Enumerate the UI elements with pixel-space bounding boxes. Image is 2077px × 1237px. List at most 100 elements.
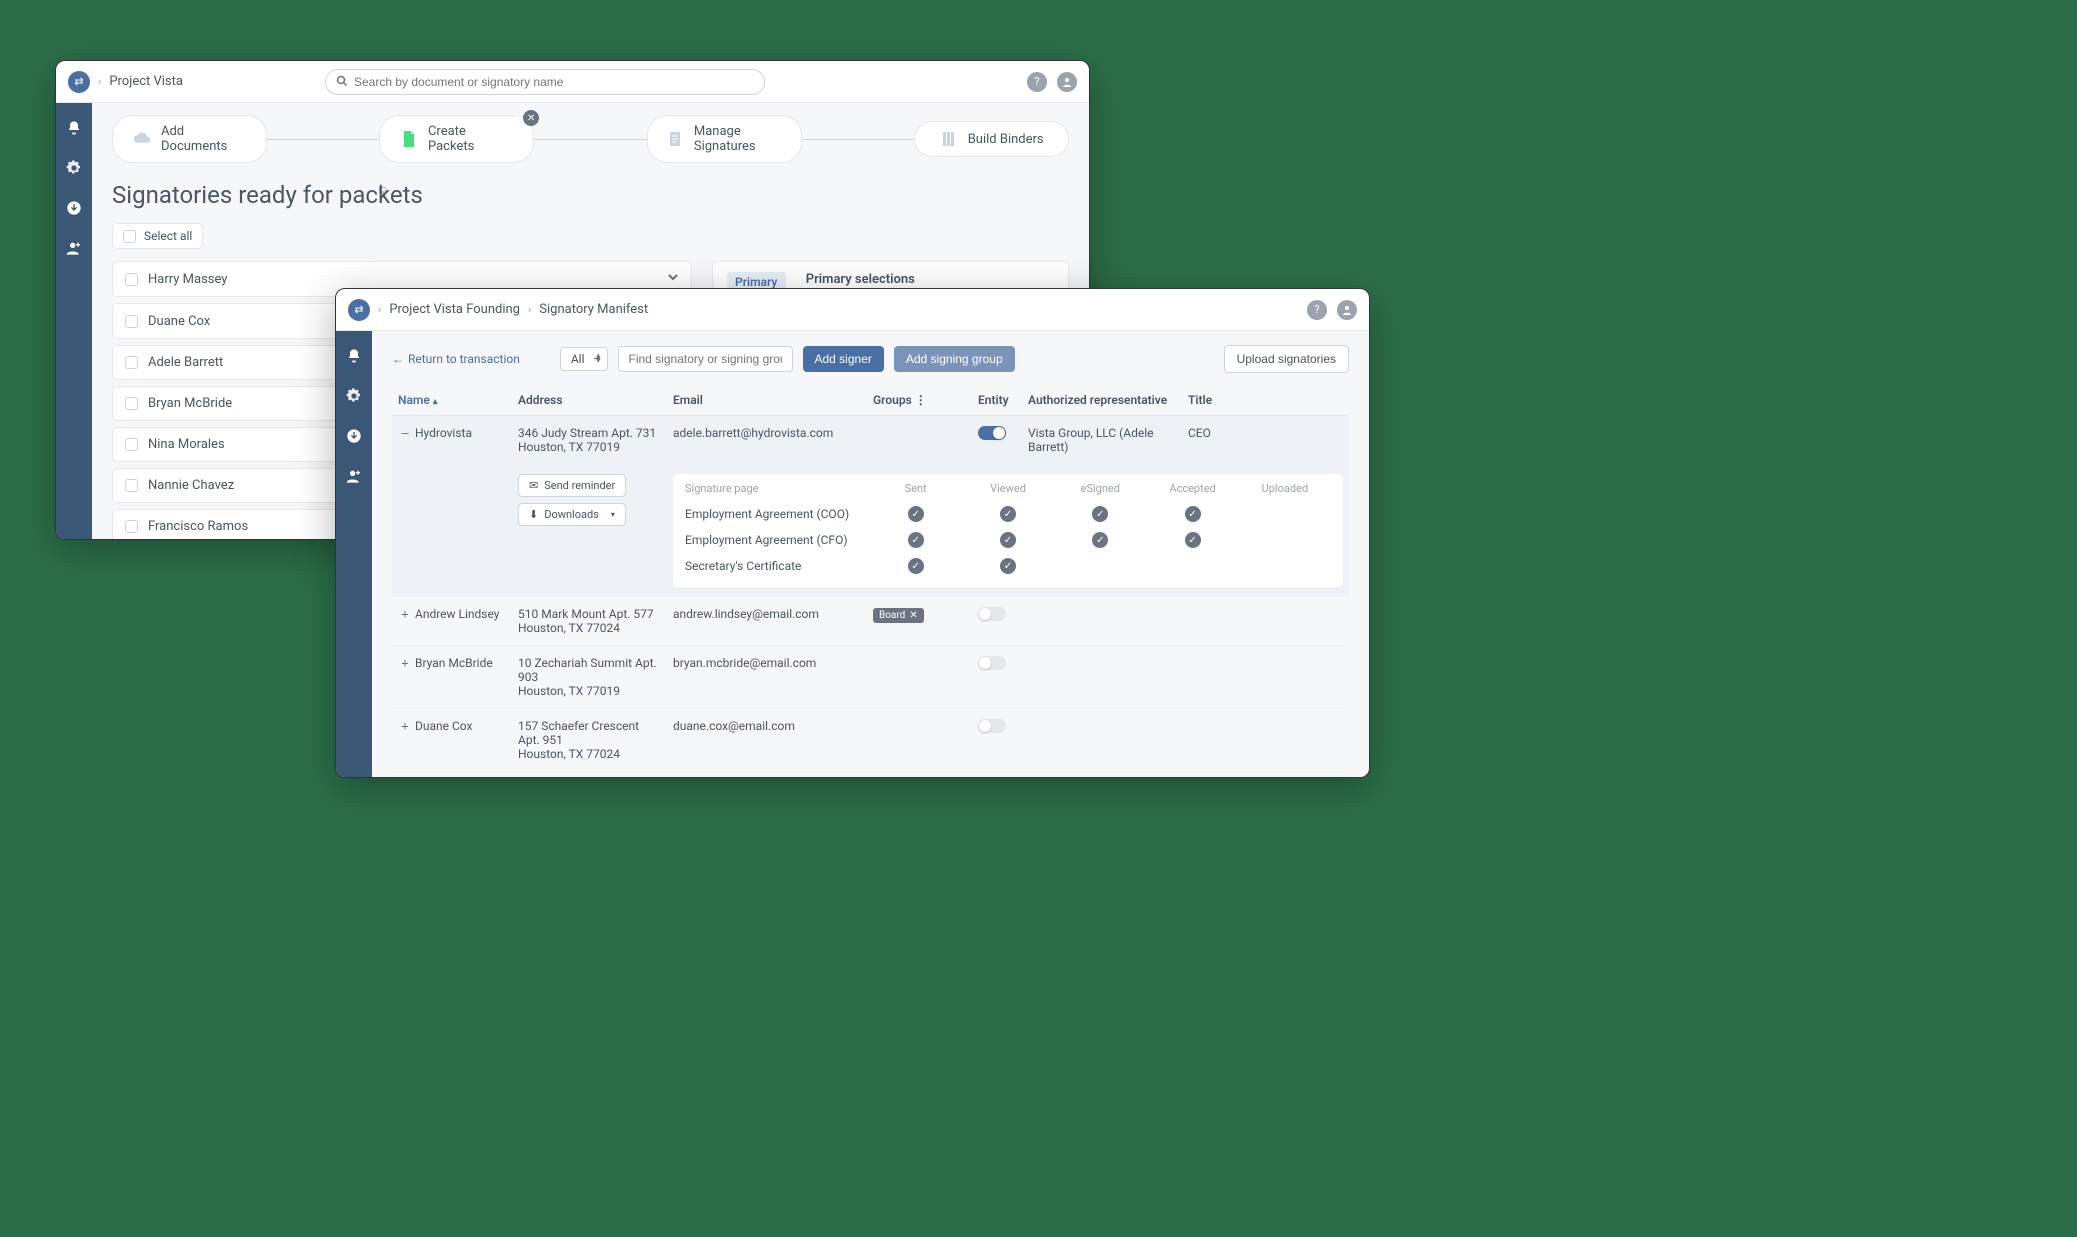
add-group-button[interactable]: Add signing group	[894, 346, 1015, 372]
page-title: Signatories ready for packets	[112, 181, 1069, 209]
col-title[interactable]: Title	[1182, 385, 1349, 416]
help-icon[interactable]: ?	[1307, 300, 1327, 320]
add-user-icon[interactable]	[345, 467, 363, 485]
checkbox-icon	[123, 230, 136, 243]
entity-toggle[interactable]	[978, 607, 1006, 621]
col-address[interactable]: Address	[512, 385, 667, 416]
table-row-expanded: – Hydrovista 346 Judy Stream Apt. 731Hou…	[392, 416, 1349, 465]
expand-icon[interactable]: +	[398, 719, 412, 733]
select-all-checkbox[interactable]: Select all	[112, 223, 203, 249]
checkbox-icon	[125, 273, 138, 286]
workflow-build-binders[interactable]: Build Binders	[914, 121, 1069, 157]
row-email: duane.cox@email.com	[667, 709, 867, 772]
close-icon[interactable]: ✕	[523, 110, 539, 126]
row-title: CEO	[1182, 416, 1349, 465]
col-email[interactable]: Email	[667, 385, 867, 416]
breadcrumb[interactable]: Project Vista	[109, 74, 183, 89]
doc-row: Employment Agreement (COO) ✓✓✓✓	[685, 501, 1331, 527]
table-row-detail: ✉ Send reminder ⬇ Downloads ▾ Signature …	[392, 464, 1349, 597]
return-link[interactable]: ← Return to transaction	[392, 352, 520, 366]
doc-row: Secretary's Certificate ✓✓	[685, 553, 1331, 579]
chevron-down-icon[interactable]	[667, 271, 679, 287]
check-icon: ✓	[1092, 532, 1108, 548]
chevron-down-icon: ▾	[611, 510, 615, 519]
group-badge[interactable]: Board ✕	[873, 608, 924, 623]
entity-toggle[interactable]	[978, 719, 1006, 733]
signatory-name: Nannie Chavez	[148, 478, 234, 493]
download-icon: ⬇	[529, 508, 538, 521]
check-icon: ✓	[908, 558, 924, 574]
add-user-icon[interactable]	[65, 239, 83, 257]
app-logo-icon[interactable]: ⇄	[348, 299, 370, 321]
row-auth-rep: Vista Group, LLC (Adele Barrett)	[1022, 416, 1182, 465]
help-icon[interactable]: ?	[1027, 72, 1047, 92]
bell-icon[interactable]	[65, 119, 83, 137]
signatory-name: Bryan McBride	[148, 396, 232, 411]
check-icon: ✓	[1000, 558, 1016, 574]
entity-toggle[interactable]	[978, 426, 1006, 440]
find-input[interactable]	[618, 346, 793, 372]
check-icon: ✓	[1092, 506, 1108, 522]
gear-icon[interactable]	[345, 387, 363, 405]
signatory-name: Nina Morales	[148, 437, 225, 452]
settings-heading: Primary selections	[806, 272, 1054, 287]
signatory-name: Harry Massey	[148, 272, 227, 287]
signature-icon	[668, 130, 684, 148]
signatory-name: Duane Cox	[148, 314, 210, 329]
check-icon: ✓	[1000, 532, 1016, 548]
checkbox-icon	[125, 356, 138, 369]
download-icon[interactable]	[65, 199, 83, 217]
row-name: Duane Cox	[415, 719, 472, 733]
user-avatar-icon[interactable]	[1057, 72, 1077, 92]
user-avatar-icon[interactable]	[1337, 300, 1357, 320]
checkbox-icon	[125, 438, 138, 451]
checkbox-icon	[125, 520, 138, 533]
filter-select[interactable]: All ▴▾	[560, 347, 608, 371]
gear-icon[interactable]	[65, 159, 83, 177]
sort-icon: ▴▾	[596, 354, 601, 364]
breadcrumb-page[interactable]: Signatory Manifest	[539, 302, 648, 317]
expand-icon[interactable]: +	[398, 656, 412, 670]
row-email: adele.barrett@hydrovista.com	[667, 416, 867, 465]
workflow-steps: Add Documents Create Packets ✕ Manage Si…	[112, 115, 1069, 163]
expand-icon[interactable]: +	[398, 607, 412, 621]
window-manifest: ⇄ › Project Vista Founding › Signatory M…	[335, 288, 1370, 778]
check-icon: ✓	[1185, 532, 1201, 548]
row-email: francisco.ramos@email.com	[667, 772, 867, 778]
add-signer-button[interactable]: Add signer	[803, 346, 884, 372]
collapse-icon[interactable]: –	[398, 426, 412, 440]
downloads-button[interactable]: ⬇ Downloads ▾	[518, 503, 626, 526]
workflow-manage-signatures[interactable]: Manage Signatures	[647, 115, 802, 163]
entity-toggle[interactable]	[978, 656, 1006, 670]
workflow-create-packets[interactable]: Create Packets ✕	[379, 115, 534, 163]
col-entity[interactable]: Entity	[972, 385, 1022, 416]
col-auth-rep[interactable]: Authorized representative	[1022, 385, 1182, 416]
chevron-right-icon: ›	[528, 303, 531, 316]
doc-name: Employment Agreement (COO)	[685, 507, 870, 521]
topbar: ⇄ › Project Vista ?	[56, 61, 1089, 103]
close-icon[interactable]: ✕	[909, 610, 917, 621]
search-input-wrap[interactable]	[325, 69, 765, 95]
cloud-icon	[133, 130, 151, 148]
bell-icon[interactable]	[345, 347, 363, 365]
chevron-right-icon: ›	[98, 75, 101, 88]
doc-name: Employment Agreement (CFO)	[685, 533, 870, 547]
doc-row: Employment Agreement (CFO) ✓✓✓✓	[685, 527, 1331, 553]
upload-signatories-button[interactable]: Upload signatories	[1224, 345, 1349, 373]
download-icon[interactable]	[345, 427, 363, 445]
check-icon: ✓	[1185, 506, 1201, 522]
send-reminder-button[interactable]: ✉ Send reminder	[518, 474, 626, 497]
col-groups[interactable]: Groups ⋮	[867, 385, 972, 416]
workflow-add-documents[interactable]: Add Documents	[112, 115, 267, 163]
row-email: bryan.mcbride@email.com	[667, 646, 867, 709]
row-name: Andrew Lindsey	[415, 607, 499, 621]
checkbox-icon	[125, 397, 138, 410]
binder-icon	[940, 130, 958, 148]
row-name: Bryan McBride	[415, 656, 493, 670]
breadcrumb-project[interactable]: Project Vista Founding	[389, 302, 520, 317]
table-row: + Duane Cox 157 Schaefer Crescent Apt. 9…	[392, 709, 1349, 772]
chevron-right-icon: ›	[378, 303, 381, 316]
app-logo-icon[interactable]: ⇄	[68, 71, 90, 93]
search-input[interactable]	[354, 75, 754, 89]
col-name[interactable]: Name ▴	[392, 385, 512, 416]
